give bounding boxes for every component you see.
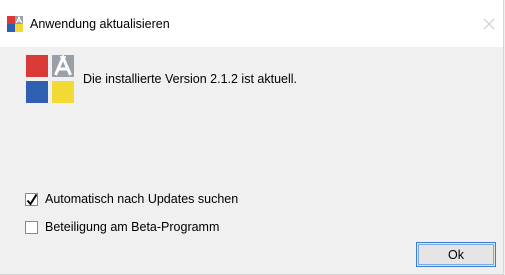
- beta-program-label: Beteiligung am Beta-Programm: [45, 220, 220, 234]
- ok-button-label: Ok: [418, 244, 494, 265]
- close-button[interactable]: [478, 13, 500, 35]
- checkbox-box[interactable]: [25, 220, 38, 234]
- update-dialog: Anwendung aktualisieren Die installierte…: [0, 0, 504, 275]
- auto-update-checkbox[interactable]: Automatisch nach Updates suchen: [25, 191, 238, 207]
- checkbox-box[interactable]: [25, 192, 38, 206]
- checkmark-icon: [26, 193, 38, 206]
- window-title: Anwendung aktualisieren: [30, 17, 170, 31]
- beta-program-checkbox[interactable]: Beteiligung am Beta-Programm: [25, 219, 219, 235]
- app-logo-icon: [26, 55, 74, 103]
- app-logo-icon: [7, 16, 23, 32]
- close-icon: [483, 18, 495, 30]
- title-bar: Anwendung aktualisieren: [0, 0, 503, 47]
- auto-update-label: Automatisch nach Updates suchen: [45, 192, 239, 206]
- status-message: Die installierte Version 2.1.2 ist aktue…: [83, 72, 297, 86]
- ok-button[interactable]: Ok: [416, 242, 496, 267]
